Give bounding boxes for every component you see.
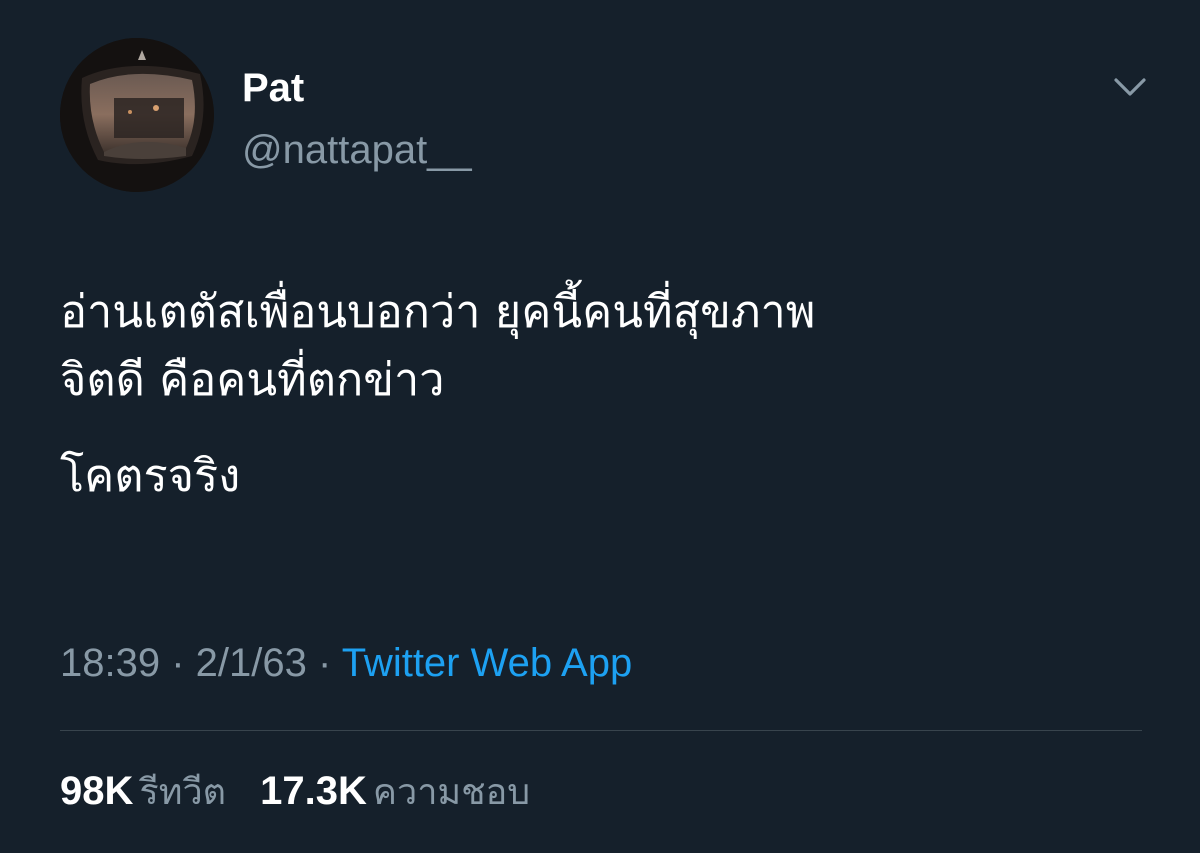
divider <box>60 730 1142 731</box>
likes-label: ความชอบ <box>372 772 531 813</box>
likes-count: 17.3K <box>260 769 367 813</box>
tweet-text-line: จิตดี คือคนที่ตกข่าว <box>60 353 445 406</box>
tweet-card: Pat @nattapat__ อ่านเตตัสเพื่อนบอกว่า ยุ… <box>0 0 1200 853</box>
tweet-date[interactable]: 2/1/63 <box>196 641 307 685</box>
likes-stat[interactable]: 17.3K ความชอบ <box>260 766 530 818</box>
tweet-stats: 98K รีทวีต 17.3K ความชอบ <box>60 766 552 818</box>
avatar-image <box>60 38 214 192</box>
display-name[interactable]: Pat <box>242 66 304 110</box>
tweet-menu-button[interactable] <box>1108 70 1152 106</box>
retweets-label: รีทวีต <box>139 772 227 813</box>
retweets-count: 98K <box>60 769 134 813</box>
tweet-metadata: 18:39 · 2/1/63 · Twitter Web App <box>60 638 632 688</box>
tweet-time[interactable]: 18:39 <box>60 641 160 685</box>
meta-separator: · <box>160 641 196 685</box>
tweet-text-line: อ่านเตตัสเพื่อนบอกว่า ยุคนี้คนที่สุขภาพ <box>60 285 816 338</box>
tweet-text-line: โคตรจริง <box>60 449 241 502</box>
meta-separator: · <box>306 641 342 685</box>
retweets-stat[interactable]: 98K รีทวีต <box>60 766 226 818</box>
user-handle[interactable]: @nattapat__ <box>242 128 472 172</box>
tweet-source-link[interactable]: Twitter Web App <box>342 641 633 685</box>
chevron-down-icon <box>1114 78 1146 96</box>
avatar[interactable] <box>60 38 214 192</box>
tweet-text: อ่านเตตัสเพื่อนบอกว่า ยุคนี้คนที่สุขภาพ … <box>60 278 1160 510</box>
